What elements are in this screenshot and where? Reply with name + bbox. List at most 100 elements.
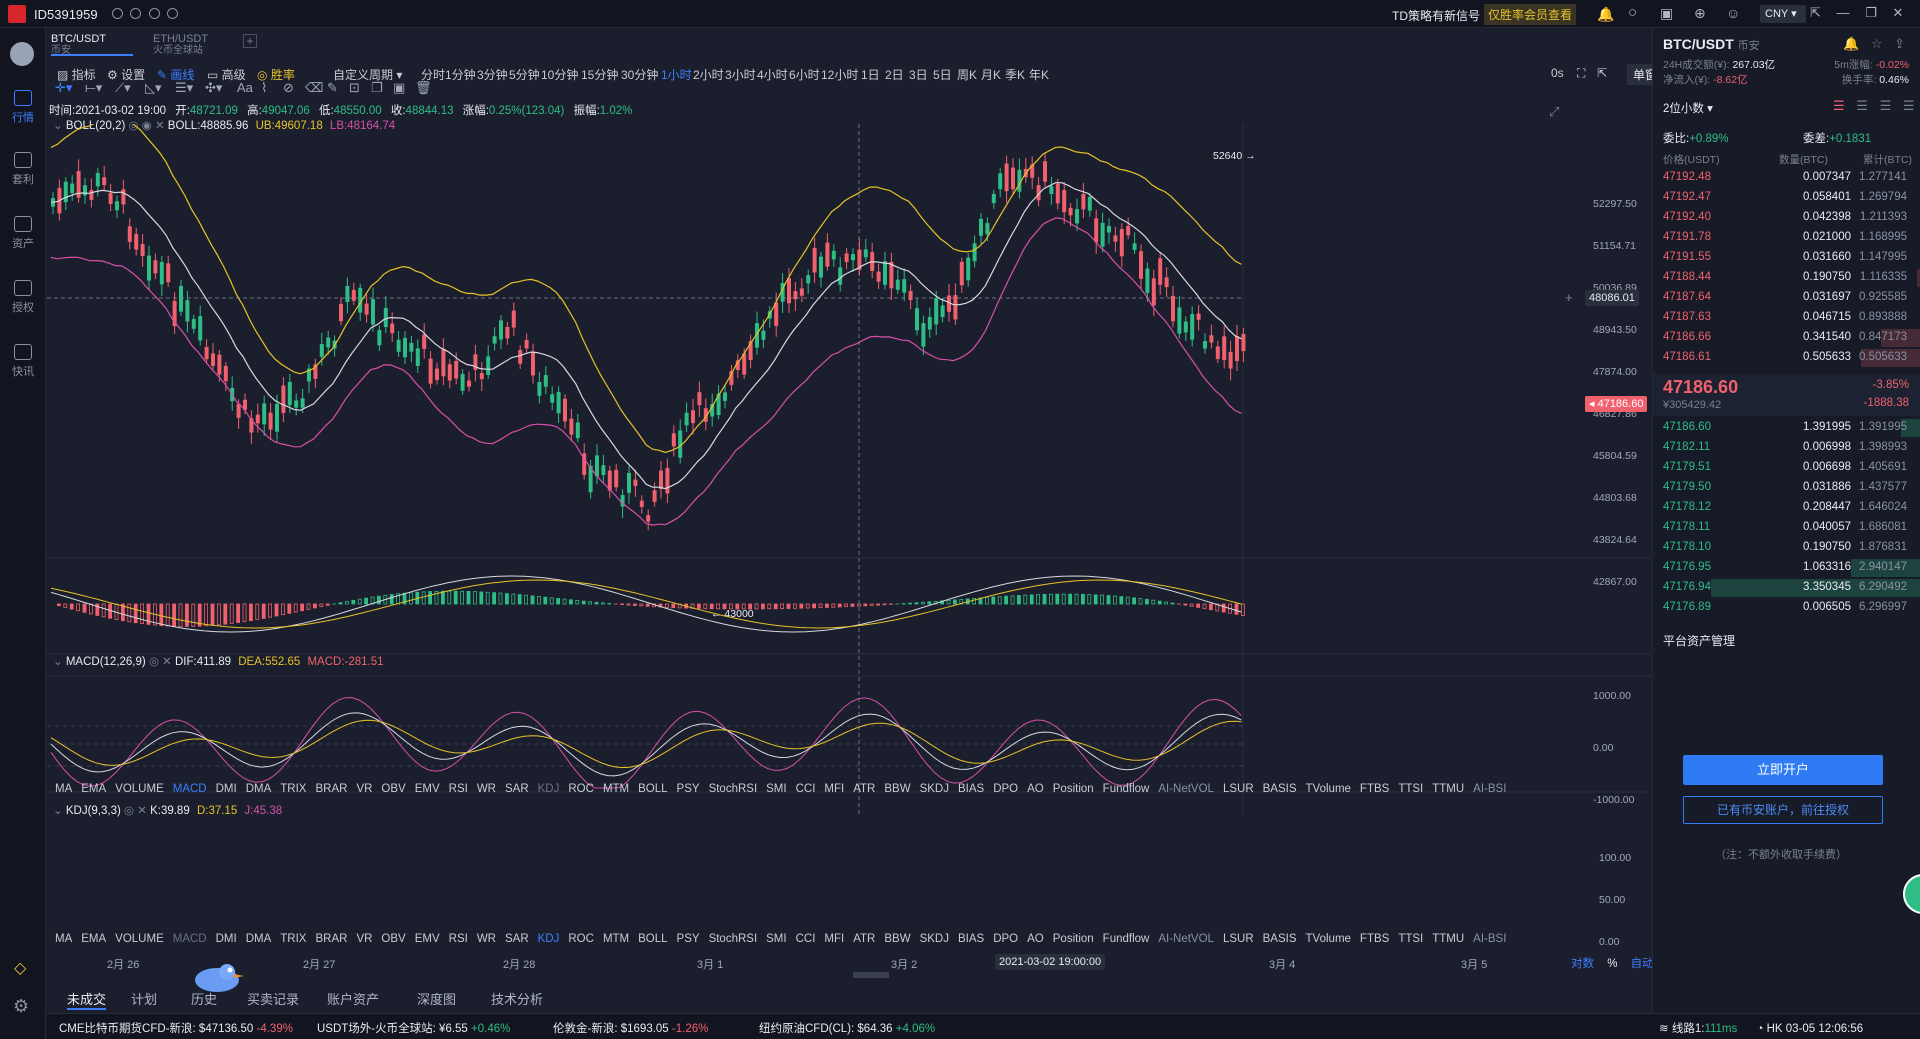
- percent-mode-button[interactable]: %: [1607, 958, 1617, 970]
- signal-member-link[interactable]: 仅胜率会员查看: [1484, 4, 1577, 25]
- alert-icon[interactable]: 🔔: [1843, 36, 1859, 51]
- copy-tool-icon[interactable]: ❐: [371, 80, 383, 96]
- indicator-position[interactable]: Position: [1053, 933, 1094, 945]
- period-12[interactable]: 12小时: [821, 66, 858, 83]
- indicator-mfi[interactable]: MFI: [824, 933, 844, 945]
- book-row[interactable]: 47192.48 0.007347 1.277141: [1653, 168, 1920, 188]
- book-row[interactable]: 47179.51 0.006698 1.405691: [1653, 458, 1920, 478]
- book-bids-icon[interactable]: ☰: [1880, 98, 1892, 113]
- currency-select[interactable]: CNY ▾: [1760, 5, 1806, 23]
- search-icon[interactable]: ○: [1628, 4, 1637, 21]
- book-row[interactable]: 47186.66 0.341540 0.847173: [1653, 328, 1920, 348]
- share-icon[interactable]: ⇪: [1894, 36, 1905, 51]
- indicator-rsi[interactable]: RSI: [449, 783, 468, 795]
- period-18[interactable]: 月K: [981, 66, 1001, 83]
- indicator-rsi[interactable]: RSI: [449, 933, 468, 945]
- indicator-ai-netvol[interactable]: AI-NetVOL: [1158, 933, 1214, 945]
- macd-collapse-icon[interactable]: ⌄: [53, 656, 66, 668]
- indicator-lsur[interactable]: LSUR: [1223, 933, 1254, 945]
- indicator-ai-bsi[interactable]: AI-BSI: [1473, 933, 1506, 945]
- book-both-icon[interactable]: ☰: [1833, 98, 1845, 113]
- indicator-bias[interactable]: BIAS: [958, 933, 984, 945]
- bottom-tab-6[interactable]: 技术分析: [491, 989, 543, 1008]
- decimals-dropdown[interactable]: 2位小数 ▾: [1663, 100, 1713, 116]
- indicator-boll[interactable]: BOLL: [638, 783, 667, 795]
- indicator-smi[interactable]: SMI: [766, 933, 786, 945]
- indicator-dpo[interactable]: DPO: [993, 783, 1018, 795]
- book-row[interactable]: 47176.95 1.063316 2.940147: [1653, 558, 1920, 578]
- book-row[interactable]: 47182.11 0.006998 1.398993: [1653, 438, 1920, 458]
- book-row[interactable]: 47192.40 0.042398 1.211393: [1653, 208, 1920, 228]
- nav-arbitrage[interactable]: 套利: [0, 152, 46, 187]
- indicator-ma[interactable]: MA: [55, 783, 72, 795]
- book-row[interactable]: 47178.11 0.040057 1.686081: [1653, 518, 1920, 538]
- period-17[interactable]: 周K: [957, 66, 977, 83]
- indicator-tvolume[interactable]: TVolume: [1306, 783, 1351, 795]
- indicator-mtm[interactable]: MTM: [603, 933, 629, 945]
- vip-icon[interactable]: ◇: [14, 958, 26, 978]
- log-mode-button[interactable]: 对数: [1571, 958, 1594, 970]
- indicator-trix[interactable]: TRIX: [280, 783, 306, 795]
- indicator-dmi[interactable]: DMI: [216, 783, 237, 795]
- ticker-item-2[interactable]: 伦敦金-新浪: $1693.05 -1.26%: [553, 1020, 708, 1036]
- indicator-cci[interactable]: CCI: [796, 933, 816, 945]
- indicator-macd[interactable]: MACD: [173, 933, 207, 945]
- indicator-atr[interactable]: ATR: [853, 783, 875, 795]
- indicator-ai-bsi[interactable]: AI-BSI: [1473, 783, 1506, 795]
- indicator-basis[interactable]: BASIS: [1263, 783, 1297, 795]
- indicator-atr[interactable]: ATR: [853, 933, 875, 945]
- book-row[interactable]: 47186.60 1.391995 1.391995: [1653, 418, 1920, 438]
- indicator-volume[interactable]: VOLUME: [115, 783, 164, 795]
- indicator-brar[interactable]: BRAR: [315, 783, 347, 795]
- indicator-vr[interactable]: VR: [356, 933, 372, 945]
- indicator-ftbs[interactable]: FTBS: [1360, 933, 1389, 945]
- indicator-dpo[interactable]: DPO: [993, 933, 1018, 945]
- indicator-lsur[interactable]: LSUR: [1223, 783, 1254, 795]
- period-8[interactable]: 2小时: [693, 66, 724, 83]
- indicator-psy[interactable]: PSY: [677, 783, 700, 795]
- book-menu-icon[interactable]: ☰: [1903, 98, 1915, 113]
- ticker-item-0[interactable]: CME比特币期货CFD-新浪: $47136.50 -4.39%: [59, 1020, 293, 1036]
- period-9[interactable]: 3小时: [725, 66, 756, 83]
- tab-btc[interactable]: BTC/USDT 币安: [51, 30, 133, 56]
- pause-icon[interactable]: [112, 8, 123, 19]
- indicator-ma[interactable]: MA: [55, 933, 72, 945]
- period-14[interactable]: 2日: [885, 66, 904, 83]
- book-row[interactable]: 47192.47 0.058401 1.269794: [1653, 188, 1920, 208]
- gift-icon[interactable]: ▣: [1660, 5, 1673, 22]
- close-button[interactable]: ✕: [1892, 5, 1903, 20]
- indicator-ao[interactable]: AO: [1027, 933, 1044, 945]
- indicator-emv[interactable]: EMV: [415, 933, 440, 945]
- book-row[interactable]: 47187.64 0.031697 0.925585: [1653, 288, 1920, 308]
- book-row[interactable]: 47179.50 0.031886 1.437577: [1653, 478, 1920, 498]
- fib-tool-icon[interactable]: ☰▾: [175, 80, 193, 96]
- eraser-tool-icon[interactable]: ⌫: [305, 80, 323, 96]
- kdj-settings-icon[interactable]: ◎ ✕: [124, 805, 150, 817]
- authorize-account-button[interactable]: 已有币安账户，前往授权: [1683, 796, 1883, 824]
- book-row[interactable]: 47186.61 0.505633 0.505633: [1653, 348, 1920, 368]
- indicator-skdj[interactable]: SKDJ: [920, 783, 949, 795]
- period-3[interactable]: 5分钟: [509, 66, 540, 83]
- edit-tool-icon[interactable]: ✎: [327, 80, 338, 96]
- period-20[interactable]: 年K: [1029, 66, 1049, 83]
- expand-chart-icon[interactable]: ⤢: [1549, 104, 1559, 120]
- indicator-dmi[interactable]: DMI: [216, 933, 237, 945]
- fullscreen-icon[interactable]: ⛶: [1577, 66, 1585, 81]
- indicator-wr[interactable]: WR: [477, 783, 496, 795]
- indicator-vr[interactable]: VR: [356, 783, 372, 795]
- indicator-cci[interactable]: CCI: [796, 783, 816, 795]
- nav-news[interactable]: 快讯: [0, 344, 46, 379]
- indicator-brar[interactable]: BRAR: [315, 933, 347, 945]
- add-tab-button[interactable]: +: [243, 34, 257, 48]
- book-row[interactable]: 47191.78 0.021000 1.168995: [1653, 228, 1920, 248]
- price-chart[interactable]: [47, 124, 1651, 994]
- book-row[interactable]: 47191.55 0.031660 1.147995: [1653, 248, 1920, 268]
- magnet-tool-icon[interactable]: ⊘: [283, 80, 294, 96]
- indicator-basis[interactable]: BASIS: [1263, 933, 1297, 945]
- nav-authorize[interactable]: 授权: [0, 280, 46, 315]
- ticker-item-3[interactable]: 纽约原油CFD(CL): $64.36 +4.06%: [759, 1020, 935, 1036]
- pattern-tool-icon[interactable]: ✣▾: [205, 80, 222, 96]
- indicator-stochrsi[interactable]: StochRSI: [709, 933, 758, 945]
- book-row[interactable]: 47176.94 3.350345 6.290492: [1653, 578, 1920, 598]
- indicator-bbw[interactable]: BBW: [884, 933, 910, 945]
